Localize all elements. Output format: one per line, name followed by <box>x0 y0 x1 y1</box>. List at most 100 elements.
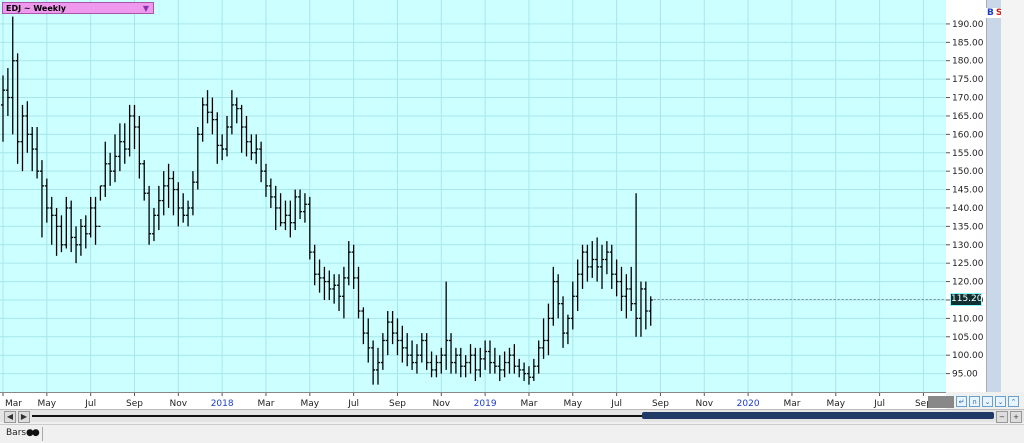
x-tick-label: Jul <box>873 399 885 409</box>
expand-icon[interactable]: ⌄ <box>995 396 1006 407</box>
scroll-right-icon[interactable]: ▶ <box>18 411 30 423</box>
ohlc-bar <box>531 358 536 381</box>
ohlc-bar <box>419 333 424 363</box>
status-divider <box>42 427 43 441</box>
ohlc-bar <box>332 274 337 304</box>
ohlc-bar <box>488 340 492 374</box>
x-tick-label: May <box>301 399 320 409</box>
chart-scrollbar[interactable]: ◀ ▶ − + <box>0 409 1024 423</box>
y-tick-label: 175.00 <box>952 75 984 85</box>
ohlc-bar <box>643 281 648 330</box>
ohlc-bar <box>239 104 244 153</box>
x-tick-label: May <box>38 399 57 409</box>
ohlc-bar <box>371 340 376 385</box>
zoom-icon[interactable]: ↵ <box>956 396 967 407</box>
axis-corner-block <box>928 396 954 408</box>
ohlc-bar <box>117 123 122 172</box>
ohlc-bar <box>25 101 30 153</box>
scroll-track[interactable] <box>32 415 642 417</box>
ohlc-bar <box>638 281 643 337</box>
ohlc-bar <box>10 16 15 135</box>
ohlc-bar <box>624 274 629 319</box>
ohlc-bar <box>648 296 653 326</box>
x-tick-label: Nov <box>170 399 188 409</box>
ohlc-bar <box>453 347 458 374</box>
bars-icon[interactable]: ●● <box>26 428 40 438</box>
y-tick-label: 145.00 <box>952 186 984 196</box>
ohlc-bar <box>171 171 176 216</box>
y-tick-label: 105.00 <box>952 333 984 343</box>
last-price-tag: 115.20 <box>950 293 983 307</box>
ohlc-bar <box>93 196 98 245</box>
ohlc-bar <box>78 219 83 256</box>
ohlc-bar <box>468 344 473 374</box>
scroll-left-icon[interactable]: ◀ <box>4 411 16 423</box>
x-tick-label: Sep <box>652 399 669 409</box>
plot-area[interactable]: EDJ ~ Weekly ▼ <box>0 0 947 392</box>
buy-marker[interactable]: B <box>986 8 995 18</box>
scroll-thumb[interactable] <box>642 412 994 419</box>
ohlc-bar <box>234 97 239 124</box>
ohlc-bar <box>458 347 463 378</box>
collapse-icon[interactable]: ⌃ <box>1008 396 1019 407</box>
ohlc-bar <box>590 241 595 278</box>
ohlc-bar <box>546 303 551 356</box>
ohlc-bar <box>127 104 132 157</box>
ohlc-bar <box>132 104 137 150</box>
y-tick-label: 110.00 <box>952 314 984 324</box>
ohlc-bar <box>103 141 108 197</box>
y-tick-label: 100.00 <box>952 351 984 361</box>
time-axis[interactable]: Mar May Jul Sep Nov 2018 Mar May Jul Sep Nov 2019 Ma… <box>0 392 946 409</box>
ohlc-bar <box>556 274 561 319</box>
ohlc-bar <box>278 193 283 227</box>
ohlc-bar <box>629 266 634 312</box>
ohlc-bar <box>113 134 118 183</box>
ohlc-bar <box>1 75 5 142</box>
ohlc-bar <box>5 68 10 116</box>
fit-icon[interactable]: ∩ <box>969 396 980 407</box>
x-tick-label: Sep <box>126 399 143 409</box>
chart-type-label[interactable]: Bars <box>6 428 26 438</box>
ohlc-bar <box>166 163 171 208</box>
ohlc-bar <box>517 358 522 378</box>
x-tick-label: 2020 <box>737 399 760 409</box>
scroll-down-icon[interactable]: ⌄ <box>982 396 993 407</box>
ohlc-bar <box>565 314 570 345</box>
ohlc-bar <box>604 241 609 275</box>
ohlc-bar <box>83 215 88 249</box>
ohlc-bar <box>122 123 127 164</box>
zoom-in-icon[interactable]: + <box>1010 411 1022 423</box>
ohlc-bar <box>98 185 103 228</box>
x-tick-label: Mar <box>5 399 22 409</box>
x-tick-label: Nov <box>433 399 451 409</box>
x-tick-label: Mar <box>257 399 274 409</box>
ohlc-bar <box>108 152 113 186</box>
x-tick-label: Nov <box>695 399 713 409</box>
ohlc-bar <box>439 347 444 374</box>
x-tick-label: Jul <box>84 399 96 409</box>
ohlc-bar <box>15 53 20 164</box>
ohlc-bar <box>595 237 600 282</box>
y-tick-label: 150.00 <box>952 167 984 177</box>
symbol-selector[interactable]: EDJ ~ Weekly ▼ <box>2 2 154 14</box>
ohlc-bar <box>473 347 478 381</box>
ohlc-bar <box>551 266 556 326</box>
ohlc-bar <box>424 333 429 370</box>
ohlc-bar <box>259 141 264 183</box>
price-axis[interactable]: 95.00100.00105.00110.00115.00120.00125.0… <box>946 0 986 392</box>
ohlc-bar <box>142 160 147 201</box>
y-tick-label: 160.00 <box>952 130 984 140</box>
ohlc-bar <box>341 266 346 319</box>
ohlc-bar <box>307 196 312 260</box>
triangle-down-icon[interactable]: ▼ <box>143 3 149 15</box>
ohlc-bar <box>244 115 249 157</box>
ohlc-bar <box>137 115 142 179</box>
ohlc-bar <box>522 362 527 381</box>
ohlc-bar <box>161 171 166 216</box>
right-panel <box>1001 0 1024 392</box>
ohlc-bar <box>380 333 385 370</box>
y-tick-label: 140.00 <box>952 204 984 214</box>
ohlc-bar <box>507 347 512 374</box>
zoom-out-icon[interactable]: − <box>996 411 1008 423</box>
ohlc-bar <box>492 347 497 374</box>
